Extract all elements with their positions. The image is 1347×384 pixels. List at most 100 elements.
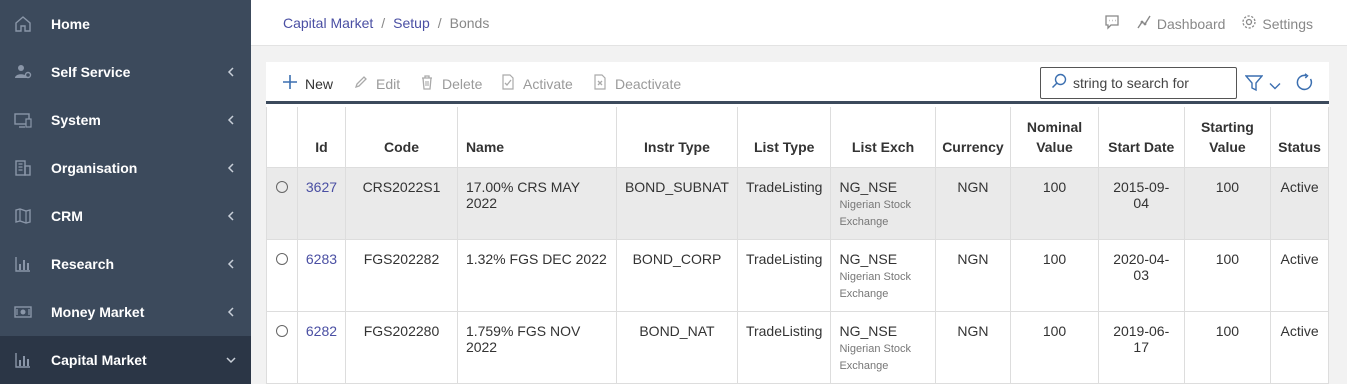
breadcrumb-capital-market[interactable]: Capital Market <box>283 15 373 31</box>
sidebar-item-home[interactable]: Home <box>0 0 251 48</box>
row-select-cell <box>266 166 298 240</box>
activate-button[interactable]: Activate <box>500 74 573 93</box>
bond-list-exch: NG_NSE <box>839 178 898 195</box>
top-header: Capital Market / Setup / Bonds Dashboard… <box>251 0 1347 46</box>
bond-id-link[interactable]: 6282 <box>306 323 337 339</box>
breadcrumb: Capital Market / Setup / Bonds <box>283 15 489 31</box>
sidebar-item-capital-market[interactable]: Capital Market <box>0 336 251 384</box>
home-icon <box>14 15 32 33</box>
column-header-id[interactable]: Id <box>296 107 347 168</box>
breadcrumb-setup[interactable]: Setup <box>393 15 430 31</box>
dashboard-button[interactable]: Dashboard <box>1136 14 1226 33</box>
column-header-instr-type[interactable]: Instr Type <box>615 107 738 168</box>
sidebar-item-organisation[interactable]: Organisation <box>0 144 251 192</box>
document-x-icon <box>592 74 608 93</box>
monitor-icon <box>14 111 32 129</box>
building-icon <box>14 159 32 177</box>
activate-label: Activate <box>523 75 573 92</box>
line-chart-icon <box>1136 14 1152 33</box>
bond-code: CRS2022S1 <box>345 166 458 240</box>
column-header-start-date[interactable]: Start Date <box>1097 107 1185 168</box>
sidebar-item-label: Organisation <box>51 160 138 176</box>
breadcrumb-current: Bonds <box>449 15 490 31</box>
row-select-cell <box>266 310 298 384</box>
column-header-code[interactable]: Code <box>345 107 458 168</box>
delete-button[interactable]: Delete <box>419 74 482 93</box>
select-column-header <box>266 107 298 168</box>
refresh-icon <box>1295 73 1314 96</box>
row-select-cell <box>266 238 298 312</box>
column-header-currency[interactable]: Currency <box>934 107 1012 168</box>
cash-icon <box>14 303 32 321</box>
gear-icon <box>1241 14 1257 33</box>
bond-nominal-value: 100 <box>1010 166 1099 240</box>
column-header-name[interactable]: Name <box>456 107 617 168</box>
sidebar-item-label: Self Service <box>51 64 131 80</box>
chevron-left-icon <box>226 115 236 125</box>
bond-status: Active <box>1270 238 1329 312</box>
settings-label: Settings <box>1262 15 1313 32</box>
bond-start-date: 2015-09-04 <box>1097 166 1185 240</box>
chevron-left-icon <box>226 67 236 77</box>
deactivate-label: Deactivate <box>615 75 682 92</box>
bond-currency: NGN <box>934 238 1012 312</box>
column-header-starting-value[interactable]: Starting Value <box>1183 107 1272 168</box>
bond-start-date: 2019-06-17 <box>1097 310 1185 384</box>
table-row[interactable]: 3627 CRS2022S1 17.00% CRS MAY 2022 BOND_… <box>266 166 1329 240</box>
table-row[interactable]: 6282 FGS202280 1.759% FGS NOV 2022 BOND_… <box>266 310 1329 384</box>
row-select-radio[interactable] <box>275 180 288 193</box>
sidebar-item-label: Capital Market <box>51 352 147 368</box>
bar-chart-icon <box>14 255 32 273</box>
filter-button[interactable] <box>1244 74 1281 97</box>
chat-button[interactable] <box>1104 14 1120 33</box>
column-header-nominal-value[interactable]: Nominal Value <box>1010 107 1099 168</box>
bond-name: 1.32% FGS DEC 2022 <box>456 238 617 312</box>
new-button[interactable]: New <box>282 74 333 93</box>
plus-icon <box>282 74 298 93</box>
search-input[interactable] <box>1073 75 1233 91</box>
row-select-radio[interactable] <box>275 252 288 265</box>
chevron-left-icon <box>226 259 236 269</box>
bond-instr-type: BOND_CORP <box>615 238 738 312</box>
column-header-list-type[interactable]: List Type <box>736 107 832 168</box>
bonds-table: Id Code Name Instr Type List Type List E… <box>266 107 1329 384</box>
row-select-radio[interactable] <box>275 324 288 337</box>
document-check-icon <box>500 74 516 93</box>
deactivate-button[interactable]: Deactivate <box>592 74 681 93</box>
new-label: New <box>305 75 334 92</box>
bond-currency: NGN <box>934 310 1012 384</box>
delete-label: Delete <box>442 75 483 92</box>
bond-nominal-value: 100 <box>1010 238 1099 312</box>
bond-id-link[interactable]: 6283 <box>306 251 337 267</box>
bond-instr-type: BOND_SUBNAT <box>615 166 738 240</box>
bond-currency: NGN <box>934 166 1012 240</box>
sidebar-item-self-service[interactable]: Self Service <box>0 48 251 96</box>
table-row[interactable]: 6283 FGS202282 1.32% FGS DEC 2022 BOND_C… <box>266 238 1329 312</box>
sidebar-item-label: System <box>51 112 101 128</box>
sidebar-item-money-market[interactable]: Money Market <box>0 288 251 336</box>
column-header-status[interactable]: Status <box>1270 107 1329 168</box>
bond-starting-value: 100 <box>1183 310 1272 384</box>
bond-code: FGS202282 <box>345 238 458 312</box>
bond-id-link[interactable]: 3627 <box>306 179 337 195</box>
sidebar-item-crm[interactable]: CRM <box>0 192 251 240</box>
edit-label: Edit <box>376 75 401 92</box>
bond-list-exch: NG_NSE <box>839 250 898 267</box>
dashboard-label: Dashboard <box>1156 15 1226 32</box>
sidebar-item-research[interactable]: Research <box>0 240 251 288</box>
edit-button[interactable]: Edit <box>353 74 400 93</box>
bonds-panel: New Edit Delete Activate Deactivate stri… <box>266 62 1329 384</box>
bond-list-exch: NG_NSE <box>839 322 898 339</box>
column-header-list-exch[interactable]: List Exch <box>830 107 936 168</box>
bond-list-exch-desc: Nigerian Stock Exchange <box>839 270 912 300</box>
sidebar-item-label: Money Market <box>51 304 145 320</box>
chevron-down-icon <box>1269 77 1281 95</box>
bond-code: FGS202280 <box>345 310 458 384</box>
sidebar-item-label: CRM <box>51 208 83 224</box>
settings-button[interactable]: Settings <box>1241 14 1313 33</box>
bond-status: Active <box>1270 310 1329 384</box>
map-icon <box>14 207 32 225</box>
refresh-button[interactable] <box>1295 73 1314 97</box>
sidebar-item-system[interactable]: System <box>0 96 251 144</box>
breadcrumb-separator: / <box>437 15 442 31</box>
